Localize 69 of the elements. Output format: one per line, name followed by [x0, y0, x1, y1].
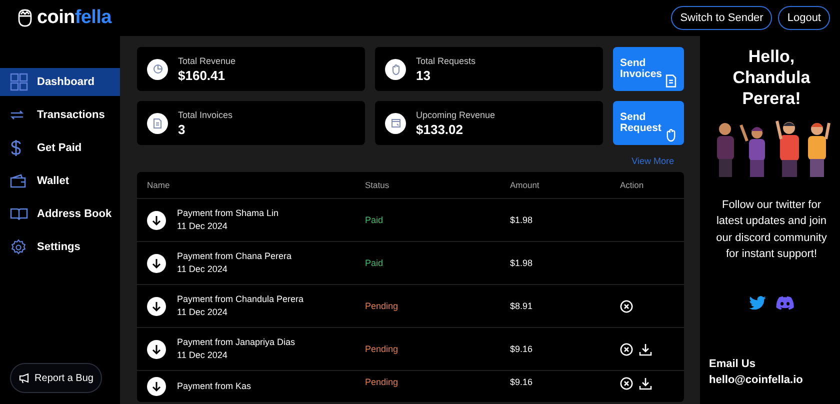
payment-name: Payment from Chandula Perera: [177, 293, 304, 306]
payment-name: Payment from Shama Lin: [177, 207, 279, 220]
payment-name: Payment from Janapriya Dias: [177, 336, 296, 349]
community-message: Follow our twitter for latest updates and join our discord community for instant support!: [715, 198, 828, 262]
brand-logo[interactable]: coinfella: [37, 7, 112, 29]
amount-cell-text: $1.98: [510, 215, 534, 225]
column-header: Amount: [510, 180, 540, 190]
column-header: Status: [365, 180, 390, 190]
amount-cell-text: $1.98: [510, 258, 534, 268]
stat-label: Total Requests: [416, 56, 476, 66]
nav-item[interactable]: Transactions: [0, 101, 120, 129]
nav-item[interactable]: Address Book: [0, 200, 120, 228]
payment-name: Payment from Kas: [177, 380, 252, 393]
book-icon: [10, 207, 28, 221]
status-text: Pending: [365, 377, 400, 387]
action-button[interactable]: Send Invoices: [613, 47, 684, 91]
nav-item[interactable]: Dashboard: [0, 68, 120, 96]
amount-cell-text: $8.91: [510, 301, 534, 311]
column-header: Action: [620, 180, 645, 190]
stat-value: 13: [416, 68, 432, 82]
view-more-link[interactable]: View More: [632, 156, 674, 166]
cancel-icon[interactable]: [620, 300, 633, 312]
payment-date: 11 Dec 2024: [177, 263, 228, 276]
settings-icon: [10, 238, 27, 256]
report-bug-button[interactable]: Report a Bug: [10, 363, 102, 393]
pie-chart-icon: [147, 58, 168, 80]
status-text: Pending: [365, 344, 400, 354]
swap-arrows-icon: [10, 110, 24, 120]
amount-cell-text: $9.16: [510, 377, 534, 387]
game-controller-icon[interactable]: [776, 296, 794, 310]
nav-item[interactable]: Wallet: [0, 167, 120, 195]
document-icon: [665, 74, 677, 88]
column-header: Name: [147, 180, 171, 190]
switch-mode-button[interactable]: Switch to Sender: [671, 6, 772, 30]
stat-label: Total Invoices: [178, 110, 233, 120]
payment-name: Payment from Chana Perera: [177, 250, 292, 263]
calendar-icon: [385, 112, 406, 134]
bird-icon[interactable]: [749, 296, 766, 310]
stat-label: Total Revenue: [178, 56, 236, 66]
stat-value: $160.41: [178, 68, 226, 82]
dollar-icon: [10, 139, 22, 157]
grid-icon: [10, 73, 28, 91]
payment-date: 11 Dec 2024: [177, 220, 228, 233]
action-button[interactable]: Send Request: [613, 101, 684, 145]
megaphone-icon: [18, 372, 31, 384]
hand-icon: [385, 58, 406, 80]
document-icon: [147, 112, 168, 134]
nav-item[interactable]: Settings: [0, 233, 120, 261]
payment-date: 11 Dec 2024: [177, 306, 228, 319]
greeting-heading: Hello, Chandula Perera!: [732, 46, 812, 109]
stat-value: 3: [178, 122, 186, 136]
hand-icon: [665, 128, 677, 142]
logo-icon: [16, 8, 34, 28]
wallet-icon: [10, 174, 26, 188]
status-text: Pending: [365, 301, 400, 311]
stat-label: Upcoming Revenue: [416, 110, 496, 120]
download-icon[interactable]: [639, 342, 652, 356]
stat-value: $133.02: [416, 122, 464, 136]
download-icon[interactable]: [639, 377, 652, 390]
status-text: Paid: [365, 215, 384, 225]
nav-item[interactable]: Get Paid: [0, 134, 120, 162]
email-address[interactable]: hello@coinfella.io: [709, 374, 834, 386]
payment-date: 11 Dec 2024: [177, 349, 228, 362]
email-label: Email Us: [709, 358, 756, 370]
amount-cell-text: $9.16: [510, 344, 534, 354]
cancel-icon[interactable]: [620, 342, 633, 356]
cancel-icon[interactable]: [620, 377, 633, 390]
status-text: Paid: [365, 258, 384, 268]
logout-button[interactable]: Logout: [778, 6, 830, 30]
